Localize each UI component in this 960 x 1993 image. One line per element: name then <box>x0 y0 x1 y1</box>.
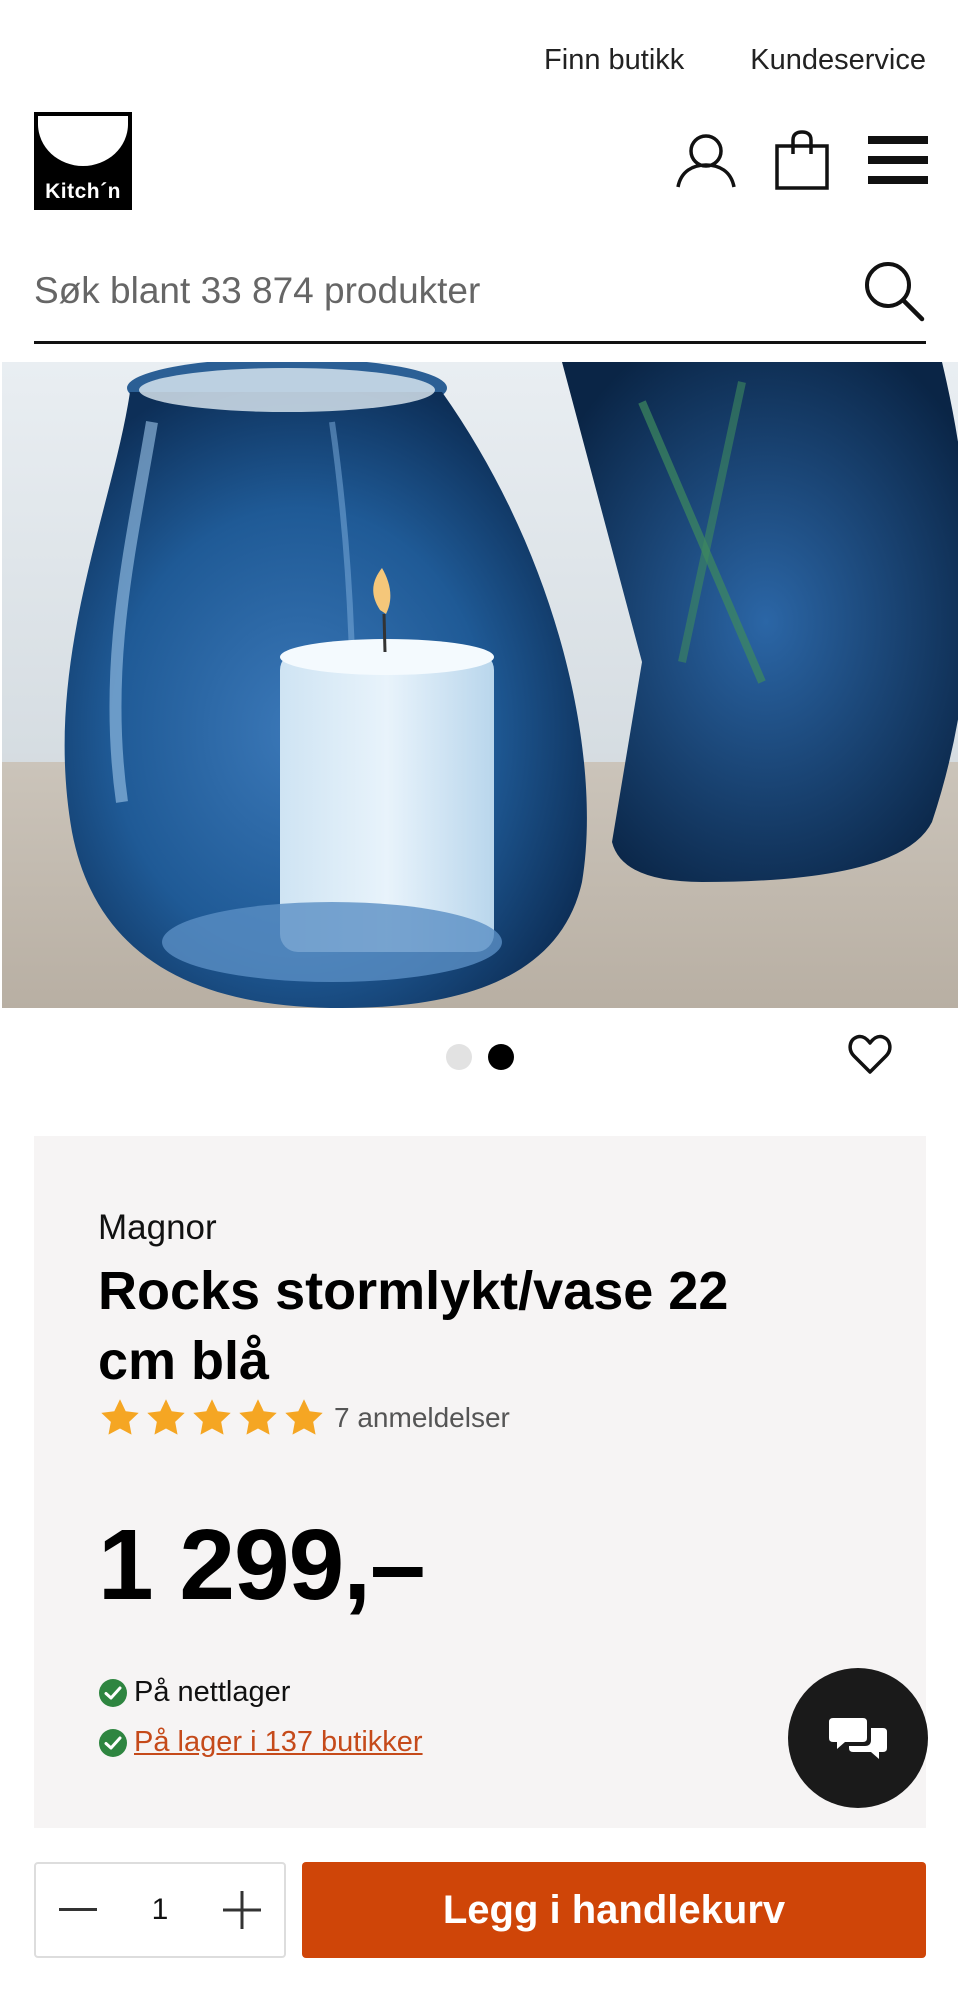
top-links: Finn butikk Kundeservice <box>544 44 926 77</box>
search-icon[interactable] <box>862 259 926 323</box>
menu-icon[interactable] <box>866 128 930 192</box>
minus-icon <box>59 1908 97 1911</box>
shopping-bag-icon[interactable] <box>770 128 834 192</box>
increase-quantity-button[interactable] <box>222 1890 262 1930</box>
user-icon[interactable] <box>674 128 738 192</box>
reviews-count[interactable]: 7 anmeldelser <box>334 1402 510 1434</box>
search-input[interactable] <box>34 269 794 320</box>
gallery-dot-2[interactable] <box>488 1044 514 1070</box>
star-icon <box>285 1399 323 1435</box>
product-image[interactable] <box>2 362 958 1008</box>
heart-icon[interactable] <box>846 1030 894 1078</box>
gallery-pagination <box>446 1044 514 1070</box>
stock-stores: På lager i 137 butikker <box>98 1726 423 1759</box>
search-bar <box>34 248 926 344</box>
stock-online: På nettlager <box>98 1676 290 1709</box>
product-price: 1 299,– <box>98 1509 426 1621</box>
stock-online-label: På nettlager <box>134 1676 291 1708</box>
product-brand[interactable]: Magnor <box>98 1208 217 1248</box>
star-icon <box>239 1399 277 1435</box>
star-icon <box>193 1399 231 1435</box>
chat-bubbles-icon <box>829 1718 887 1759</box>
star-icon <box>101 1399 139 1435</box>
find-store-link[interactable]: Finn butikk <box>544 44 684 77</box>
plus-icon <box>223 1891 261 1929</box>
product-rating[interactable]: 7 anmeldelser <box>98 1396 510 1440</box>
product-title: Rocks stormlykt/vase 22 cm blå <box>98 1261 729 1391</box>
logo-text: Kitch´n <box>45 180 121 203</box>
star-icon <box>147 1399 185 1435</box>
decrease-quantity-button[interactable] <box>58 1890 98 1930</box>
header-icons <box>674 128 930 192</box>
check-circle-icon <box>99 1728 127 1757</box>
gallery-dot-1[interactable] <box>446 1044 472 1070</box>
chat-button[interactable] <box>788 1668 928 1808</box>
add-to-cart-button[interactable]: Legg i handlekurv <box>302 1862 926 1958</box>
quantity-stepper: 1 <box>34 1862 286 1958</box>
customer-service-link[interactable]: Kundeservice <box>750 44 926 77</box>
quantity-value[interactable]: 1 <box>152 1893 169 1927</box>
check-circle-icon <box>99 1678 127 1707</box>
stock-stores-link[interactable]: På lager i 137 butikker <box>134 1726 423 1759</box>
logo-bowl-shape <box>38 116 128 166</box>
kitchn-logo[interactable]: Kitch´n <box>34 112 132 210</box>
